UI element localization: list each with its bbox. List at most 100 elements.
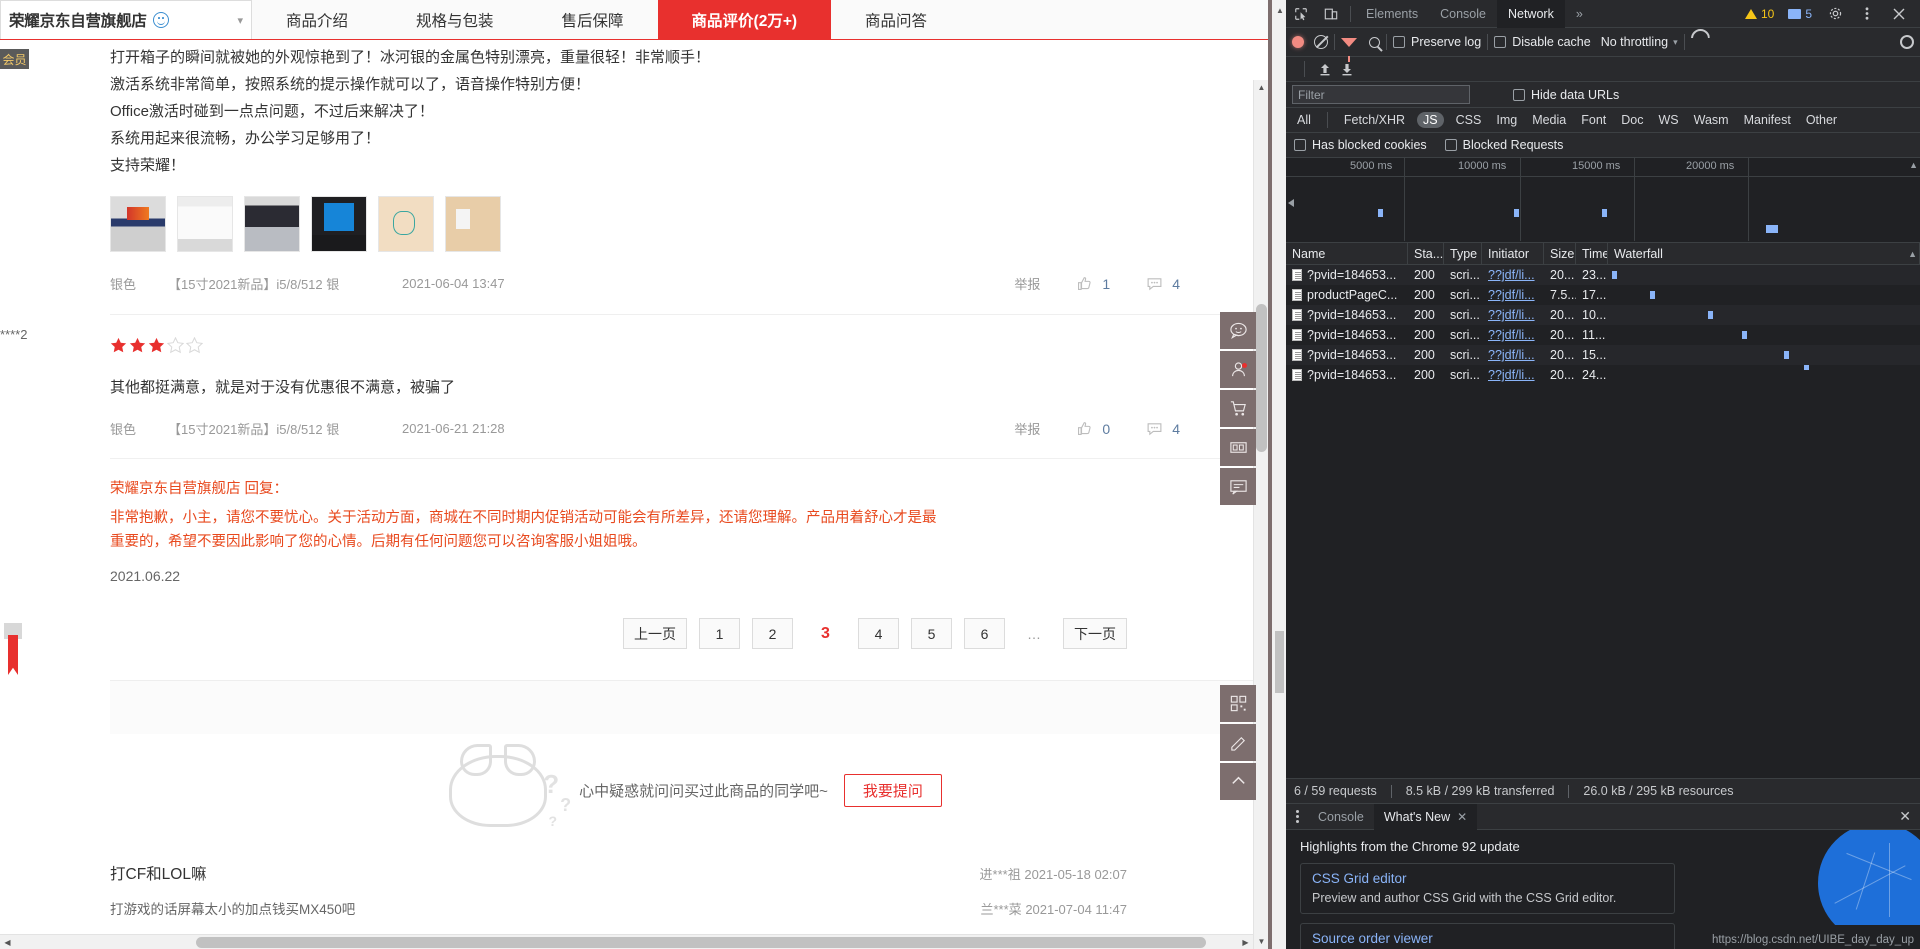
waterfall-sort-arrow-icon[interactable]: ▲ bbox=[1908, 249, 1917, 259]
shop-selector[interactable]: 荣耀京东自营旗舰店 ▾ bbox=[0, 0, 252, 39]
whats-new-card[interactable]: CSS Grid editor Preview and author CSS G… bbox=[1300, 863, 1675, 914]
devtools-tab-elements[interactable]: Elements bbox=[1355, 0, 1429, 28]
more-options-icon[interactable] bbox=[1852, 0, 1882, 28]
hide-data-urls-checkbox[interactable]: Hide data URLs bbox=[1513, 88, 1619, 102]
table-row[interactable]: ?pvid=184653... 200 scri... ??jdf/li... … bbox=[1286, 325, 1920, 345]
warning-count-badge[interactable]: 10 bbox=[1739, 4, 1780, 24]
drawer-tab-console[interactable]: Console bbox=[1308, 804, 1374, 830]
type-filter-wasm[interactable]: Wasm bbox=[1691, 112, 1732, 128]
rail-feedback-button[interactable] bbox=[1220, 468, 1256, 505]
rail-account-button[interactable] bbox=[1220, 351, 1256, 388]
table-row[interactable]: ?pvid=184653... 200 scri... ??jdf/li... … bbox=[1286, 265, 1920, 285]
review-thumbnail[interactable] bbox=[177, 196, 233, 252]
table-row[interactable]: ?pvid=184653... 200 scri... ??jdf/li... … bbox=[1286, 365, 1920, 385]
like-button[interactable]: 0 bbox=[1076, 420, 1110, 437]
request-initiator[interactable]: ??jdf/li... bbox=[1482, 345, 1544, 365]
type-filter-media[interactable]: Media bbox=[1529, 112, 1569, 128]
rail-cart-button[interactable] bbox=[1220, 390, 1256, 427]
request-initiator[interactable]: ??jdf/li... bbox=[1482, 325, 1544, 345]
card-title[interactable]: CSS Grid editor bbox=[1312, 871, 1663, 886]
column-header-time[interactable]: Time bbox=[1576, 243, 1608, 265]
rail-scroll-top-button[interactable] bbox=[1220, 763, 1256, 800]
throttling-select[interactable]: No throttling ▾ bbox=[1601, 35, 1678, 49]
tab-product-intro[interactable]: 商品介绍 bbox=[252, 0, 382, 39]
type-filter-ws[interactable]: WS bbox=[1655, 112, 1681, 128]
gear-icon[interactable] bbox=[1820, 0, 1850, 28]
drawer-more-options-icon[interactable] bbox=[1286, 810, 1308, 823]
export-har-icon[interactable] bbox=[1341, 63, 1353, 76]
tab-after-sales[interactable]: 售后保障 bbox=[528, 0, 658, 39]
type-filter-fetch-xhr[interactable]: Fetch/XHR bbox=[1341, 112, 1408, 128]
column-header-size[interactable]: Size bbox=[1544, 243, 1576, 265]
table-row[interactable]: ?pvid=184653... 200 scri... ??jdf/li... … bbox=[1286, 305, 1920, 325]
pagination-page-4[interactable]: 4 bbox=[858, 618, 899, 649]
rail-write-button[interactable] bbox=[1220, 724, 1256, 761]
review-thumbnail[interactable] bbox=[378, 196, 434, 252]
review-thumbnail[interactable] bbox=[311, 196, 367, 252]
pagination-page-5[interactable]: 5 bbox=[911, 618, 952, 649]
type-filter-img[interactable]: Img bbox=[1493, 112, 1520, 128]
type-filter-manifest[interactable]: Manifest bbox=[1741, 112, 1794, 128]
message-count-badge[interactable]: 5 bbox=[1782, 4, 1818, 24]
search-icon[interactable] bbox=[1369, 37, 1380, 48]
timeline-left-handle[interactable] bbox=[1288, 199, 1294, 207]
pagination-prev[interactable]: 上一页 bbox=[623, 618, 687, 649]
scroll-right-arrow-icon[interactable]: ▶ bbox=[1238, 935, 1253, 949]
ask-question-button[interactable]: 我要提问 bbox=[844, 774, 942, 807]
disable-cache-checkbox[interactable]: Disable cache bbox=[1494, 35, 1591, 49]
more-tabs-chevron-icon[interactable]: » bbox=[1565, 0, 1594, 28]
drawer-tab-whats-new[interactable]: What's New ✕ bbox=[1374, 804, 1477, 830]
pagination-next[interactable]: 下一页 bbox=[1063, 618, 1127, 649]
tab-reviews[interactable]: 商品评价(2万+) bbox=[658, 0, 832, 39]
type-filter-css[interactable]: CSS bbox=[1453, 112, 1485, 128]
chevron-down-icon[interactable]: ▾ bbox=[237, 14, 243, 27]
inspect-element-icon[interactable] bbox=[1286, 0, 1316, 28]
type-filter-font[interactable]: Font bbox=[1578, 112, 1609, 128]
pagination-page-3-current[interactable]: 3 bbox=[805, 618, 846, 649]
filter-input[interactable]: Filter bbox=[1292, 85, 1470, 104]
devtools-edge-scrollbar[interactable]: ▲ bbox=[1272, 0, 1286, 949]
has-blocked-cookies-checkbox[interactable]: Has blocked cookies bbox=[1294, 138, 1427, 152]
scrollbar-thumb[interactable] bbox=[1275, 631, 1284, 693]
network-overview-timeline[interactable]: 5000 ms 10000 ms 15000 ms 20000 ms ▲ bbox=[1286, 158, 1920, 243]
close-icon[interactable]: ✕ bbox=[1457, 810, 1467, 824]
timeline-scroll-arrow-icon[interactable]: ▲ bbox=[1909, 160, 1918, 170]
report-button[interactable]: 举报 bbox=[1014, 274, 1040, 293]
scroll-up-arrow-icon[interactable]: ▲ bbox=[1276, 6, 1284, 15]
pagination-page-1[interactable]: 1 bbox=[699, 618, 740, 649]
request-initiator[interactable]: ??jdf/li... bbox=[1482, 265, 1544, 285]
request-initiator[interactable]: ??jdf/li... bbox=[1482, 305, 1544, 325]
column-header-type[interactable]: Type bbox=[1444, 243, 1482, 265]
rail-chat-button[interactable] bbox=[1220, 312, 1256, 349]
tab-specs-packaging[interactable]: 规格与包装 bbox=[382, 0, 528, 39]
import-har-icon[interactable] bbox=[1319, 63, 1331, 76]
whats-new-card[interactable]: Source order viewer Display the order of… bbox=[1300, 923, 1675, 949]
close-icon[interactable] bbox=[1884, 0, 1914, 28]
table-row[interactable]: ?pvid=184653... 200 scri... ??jdf/li... … bbox=[1286, 345, 1920, 365]
pagination-page-6[interactable]: 6 bbox=[964, 618, 1005, 649]
type-filter-other[interactable]: Other bbox=[1803, 112, 1840, 128]
type-filter-js[interactable]: JS bbox=[1417, 112, 1444, 128]
blocked-requests-checkbox[interactable]: Blocked Requests bbox=[1445, 138, 1564, 152]
rail-qr-button[interactable] bbox=[1220, 685, 1256, 722]
network-settings-gear-icon[interactable] bbox=[1900, 35, 1914, 49]
pagination-page-2[interactable]: 2 bbox=[752, 618, 793, 649]
review-thumbnail[interactable] bbox=[445, 196, 501, 252]
table-row[interactable]: productPageC... 200 scri... ??jdf/li... … bbox=[1286, 285, 1920, 305]
scrollbar-thumb[interactable] bbox=[1256, 304, 1267, 452]
page-horizontal-scrollbar[interactable]: ◀ ▶ bbox=[0, 934, 1253, 949]
type-filter-all[interactable]: All bbox=[1294, 112, 1314, 128]
review-thumbnail[interactable] bbox=[110, 196, 166, 252]
request-initiator[interactable]: ??jdf/li... bbox=[1482, 365, 1544, 385]
filter-funnel-icon[interactable] bbox=[1341, 38, 1357, 47]
record-button-icon[interactable] bbox=[1292, 36, 1304, 48]
column-header-name[interactable]: Name bbox=[1286, 243, 1408, 265]
scroll-down-arrow-icon[interactable]: ▼ bbox=[1254, 934, 1268, 949]
report-button[interactable]: 举报 bbox=[1014, 419, 1040, 438]
column-header-status[interactable]: Sta... bbox=[1408, 243, 1444, 265]
devtools-tab-network[interactable]: Network bbox=[1497, 0, 1565, 28]
preserve-log-checkbox[interactable]: Preserve log bbox=[1393, 35, 1481, 49]
type-filter-doc[interactable]: Doc bbox=[1618, 112, 1646, 128]
page-vertical-scrollbar[interactable]: ▲ ▼ bbox=[1253, 80, 1268, 949]
network-conditions-icon[interactable] bbox=[1691, 37, 1706, 48]
